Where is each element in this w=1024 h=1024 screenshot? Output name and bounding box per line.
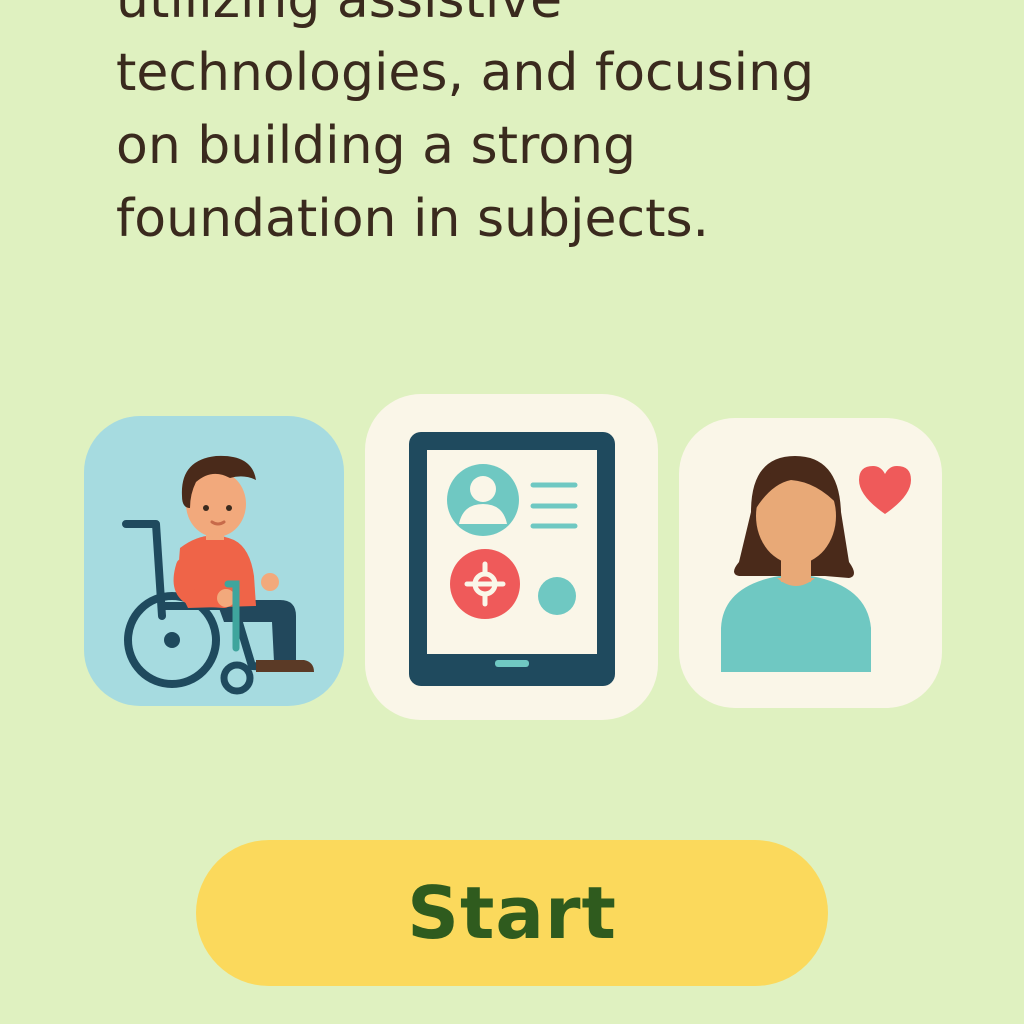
intro-text: utilizing assistive technologies, and fo… [116, 0, 916, 256]
intro-line: technologies, and focusing [116, 43, 815, 103]
helper-card [679, 418, 942, 708]
wheelchair-student-icon [122, 455, 314, 695]
intro-line: on building a strong [116, 116, 636, 176]
student-card [84, 416, 344, 706]
tablet-app-icon [409, 432, 615, 686]
start-button-label: Start [407, 871, 617, 955]
intro-line: utilizing assistive [116, 0, 563, 30]
tablet-card [365, 394, 658, 720]
start-button[interactable]: Start [196, 840, 828, 986]
caring-person-icon [721, 456, 911, 672]
onboarding-screen: utilizing assistive technologies, and fo… [0, 0, 1024, 1024]
intro-line: foundation in subjects. [116, 189, 710, 249]
